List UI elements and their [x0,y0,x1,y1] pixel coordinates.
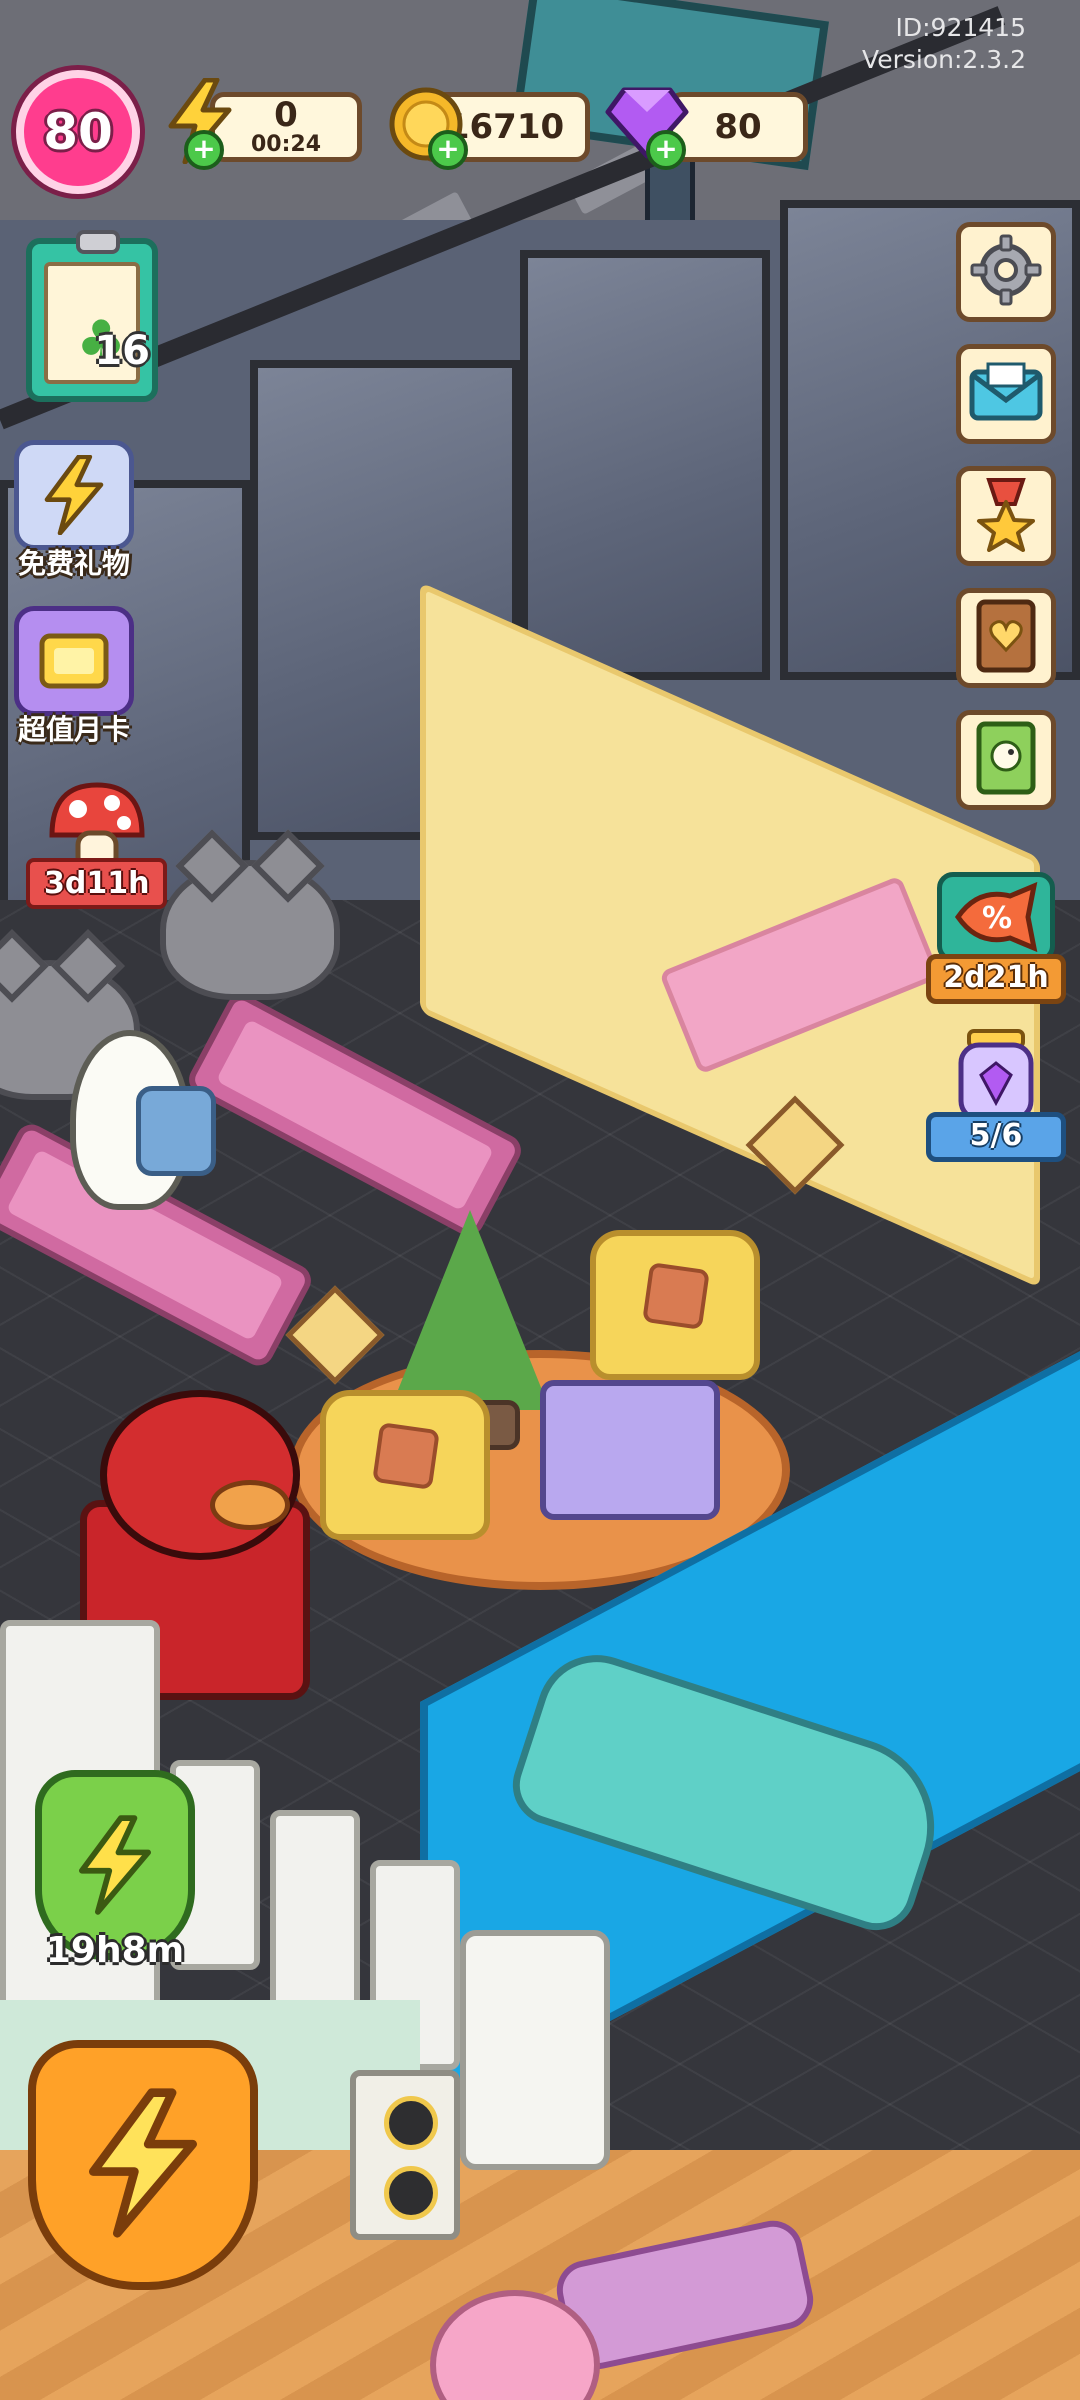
hud-overlay: ID:921415 Version:2.3.2 80 0 00:24 + 167… [0,0,1080,2400]
energy-timer: 00:24 [250,132,322,157]
achievements-button[interactable] [956,466,1056,566]
gem-jar-button[interactable]: 5/6 [926,1029,1066,1162]
star-medal-icon [971,476,1041,556]
player-id: ID:921415 [895,13,1026,42]
mail-button[interactable] [956,344,1056,444]
collection-book-button[interactable] [956,588,1056,688]
duck-book-icon [973,720,1039,800]
build-info: ID:921415 Version:2.3.2 [862,12,1026,76]
sale-offer-timer: 2d21h [926,954,1066,1004]
gem-jar-icon [937,1029,1055,1122]
energy-boost-button[interactable]: 19h8m [30,1770,200,2000]
version-label: Version:2.3.2 [862,45,1026,74]
discount-fish-icon: % [937,872,1055,962]
sale-offer-button[interactable]: % 2d21h [926,872,1066,1004]
lightning-icon [83,2088,203,2242]
guide-book-button[interactable] [956,710,1056,810]
mushroom-event-timer: 3d11h [26,858,168,909]
mail-icon [968,362,1044,426]
lightning-gift-icon [14,440,134,550]
clipboard-clip [76,230,120,254]
add-gems-button[interactable]: + [646,130,686,170]
gem-value: 80 [714,107,762,147]
free-gift-label: 免费礼物 [17,547,130,580]
main-action-button[interactable] [28,2040,258,2290]
add-coins-button[interactable]: + [428,130,468,170]
monthly-card-label: 超值月卡 [17,713,130,746]
gem-jar-progress: 5/6 [926,1112,1066,1162]
level-value: 80 [43,103,113,161]
monthly-card-button[interactable]: 超值月卡 [14,606,134,748]
heart-book-icon [973,598,1039,678]
mushroom-event-button[interactable]: 3d11h [26,772,168,909]
energy-value: 0 [274,95,298,135]
free-gift-button[interactable]: 免费礼物 [14,440,134,582]
gear-icon [970,234,1042,310]
task-count: 16 [94,328,150,374]
svg-text:%: % [982,901,1012,936]
settings-button[interactable] [956,222,1056,322]
player-level-badge[interactable]: 80 [16,70,140,194]
energy-boost-timer: 19h8m [45,1930,185,1971]
monthly-card-icon [14,606,134,716]
add-energy-button[interactable]: + [184,130,224,170]
task-board-button[interactable]: ♣ 16 [26,230,158,402]
